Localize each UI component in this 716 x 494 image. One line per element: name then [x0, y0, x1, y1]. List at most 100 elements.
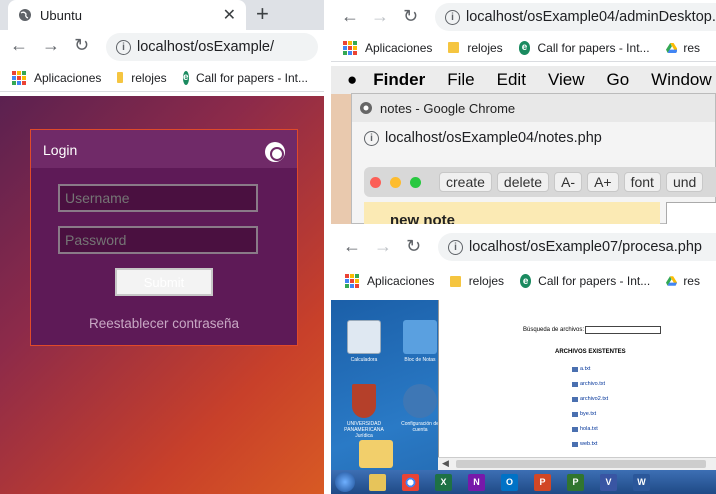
font-larger-button[interactable]: A+: [587, 172, 619, 192]
login-title: Login: [43, 142, 78, 158]
info-icon[interactable]: i: [445, 9, 460, 25]
menu-finder[interactable]: Finder: [373, 70, 425, 90]
apps-icon: [343, 40, 357, 55]
bookmark-apps[interactable]: Aplicaciones: [367, 274, 434, 288]
file-browser-page: Búsqueda de archivos: ARCHIVOS EXISTENTE…: [438, 300, 716, 470]
bookmark-apps[interactable]: Aplicaciones: [365, 41, 432, 55]
explorer-taskbar-icon[interactable]: [369, 473, 386, 491]
nav-bar-top: ← → ↻ i localhost/osExample04/adminDeskt…: [331, 0, 716, 34]
submit-button[interactable]: Submit: [115, 268, 213, 296]
file-name: hola.txt: [580, 426, 598, 432]
bookmark-call-for-papers[interactable]: Call for papers - Int...: [196, 71, 308, 85]
back-arrow-icon[interactable]: ←: [343, 236, 361, 257]
apple-icon[interactable]: ●: [347, 70, 357, 90]
forward-arrow-icon[interactable]: →: [374, 236, 392, 257]
username-field[interactable]: [58, 184, 258, 212]
tab-strip: Ubuntu ✕ +: [0, 0, 324, 30]
forward-arrow-icon[interactable]: →: [42, 35, 60, 56]
horizontal-scrollbar[interactable]: ◀: [438, 457, 716, 470]
notes-toolbar: create delete A- A+ font und: [364, 167, 716, 197]
font-smaller-button[interactable]: A-: [554, 172, 583, 192]
menu-view[interactable]: View: [548, 70, 585, 90]
right-browser-windows: ← → ↻ i localhost/osExample04/adminDeskt…: [331, 0, 716, 494]
close-window-icon[interactable]: [370, 176, 381, 188]
scroll-left-icon[interactable]: ◀: [442, 458, 449, 469]
bookmark-res[interactable]: res: [683, 41, 700, 55]
info-icon[interactable]: i: [448, 239, 463, 255]
word-taskbar-icon[interactable]: W: [633, 473, 650, 491]
maximize-window-icon[interactable]: [410, 176, 421, 188]
bookmark-apps[interactable]: Aplicaciones: [34, 71, 101, 85]
ubuntu-logo-icon: [265, 142, 285, 162]
new-tab-button[interactable]: +: [256, 1, 269, 27]
file-link[interactable]: archivo.txt: [572, 381, 605, 387]
create-button[interactable]: create: [439, 172, 492, 192]
calculator-desktop-icon[interactable]: Calculadora: [339, 320, 389, 363]
outlook-taskbar-icon[interactable]: O: [501, 473, 518, 491]
start-button-icon[interactable]: [335, 472, 355, 492]
reload-icon[interactable]: ↻: [74, 35, 89, 56]
url-text: localhost/osExample07/procesa.php: [469, 239, 702, 255]
bookmark-relojes[interactable]: relojes: [467, 41, 502, 55]
desktop-icon-label: UNIVERSIDAD PANAMERICANA Jurídica: [344, 421, 384, 439]
address-bar[interactable]: i localhost/osExample07/procesa.php: [438, 233, 716, 261]
university-desktop-icon[interactable]: UNIVERSIDAD PANAMERICANA Jurídica: [339, 384, 389, 439]
font-button[interactable]: font: [623, 172, 661, 192]
reload-icon[interactable]: ↻: [406, 236, 421, 257]
file-icon: [572, 396, 578, 402]
reset-password-link[interactable]: Reestablecer contraseña: [31, 316, 297, 331]
notes-url-bar[interactable]: i localhost/osExample04/notes.php: [352, 124, 715, 152]
file-link[interactable]: web.txt: [572, 441, 597, 447]
file-link[interactable]: hola.txt: [572, 426, 598, 432]
visio-taskbar-icon[interactable]: V: [600, 473, 617, 491]
address-bar[interactable]: i localhost/osExample/: [106, 33, 318, 61]
onenote-taskbar-icon[interactable]: N: [468, 473, 485, 491]
info-icon[interactable]: i: [116, 39, 131, 55]
mac-menu-bar: ● Finder File Edit View Go Window: [331, 66, 716, 94]
back-arrow-icon[interactable]: ←: [341, 6, 359, 27]
info-icon[interactable]: i: [364, 130, 379, 146]
close-tab-icon[interactable]: ✕: [223, 5, 236, 25]
forward-arrow-icon[interactable]: →: [371, 6, 389, 27]
menu-window[interactable]: Window: [651, 70, 711, 90]
windows-taskbar: X N O P P V W: [331, 470, 716, 494]
excel-taskbar-icon[interactable]: X: [435, 473, 452, 491]
notes-title-bar: notes - Google Chrome: [352, 94, 715, 122]
file-name: archivo.txt: [580, 381, 606, 387]
menu-edit[interactable]: Edit: [497, 70, 526, 90]
file-icon: [572, 426, 578, 432]
chrome-taskbar-icon[interactable]: [402, 473, 419, 491]
notes-url-text: localhost/osExample04/notes.php: [385, 130, 602, 146]
tab-ubuntu[interactable]: Ubuntu ✕: [8, 0, 246, 30]
reload-icon[interactable]: ↻: [403, 6, 418, 27]
underline-button[interactable]: und: [665, 172, 704, 192]
bottom-browser-chrome: ← → ↻ i localhost/osExample07/procesa.ph…: [331, 224, 716, 300]
password-field[interactable]: [58, 226, 258, 254]
search-label: Búsqueda de archivos:: [523, 327, 585, 333]
menu-go[interactable]: Go: [606, 70, 629, 90]
delete-button[interactable]: delete: [496, 172, 550, 192]
file-link[interactable]: archivo2.txt: [572, 396, 608, 402]
bookmark-call-for-papers[interactable]: Call for papers - Int...: [538, 274, 650, 288]
file-search-input[interactable]: [585, 326, 661, 334]
apps-icon: [12, 70, 26, 85]
notepad-icon: [403, 320, 437, 354]
url-text: localhost/osExample04/adminDesktop.p: [466, 9, 716, 25]
folder-desktop-icon[interactable]: [351, 440, 401, 471]
bookmark-res[interactable]: res: [683, 274, 700, 288]
powerpoint-taskbar-icon[interactable]: P: [534, 473, 551, 491]
file-link[interactable]: bye.txt: [572, 411, 596, 417]
minimize-window-icon[interactable]: [390, 176, 401, 188]
project-taskbar-icon[interactable]: P: [567, 473, 584, 491]
bookmark-relojes[interactable]: relojes: [469, 274, 504, 288]
file-link[interactable]: a.txt: [572, 366, 590, 372]
bookmark-relojes[interactable]: relojes: [131, 71, 166, 85]
address-bar[interactable]: i localhost/osExample04/adminDesktop.p: [435, 3, 716, 31]
file-name: bye.txt: [580, 411, 597, 417]
menu-file[interactable]: File: [447, 70, 474, 90]
scrollbar-thumb[interactable]: [456, 460, 706, 468]
file-name: archivo2.txt: [580, 396, 609, 402]
gear-icon: [403, 384, 437, 418]
back-arrow-icon[interactable]: ←: [10, 35, 28, 56]
bookmark-call-for-papers[interactable]: Call for papers - Int...: [537, 41, 649, 55]
